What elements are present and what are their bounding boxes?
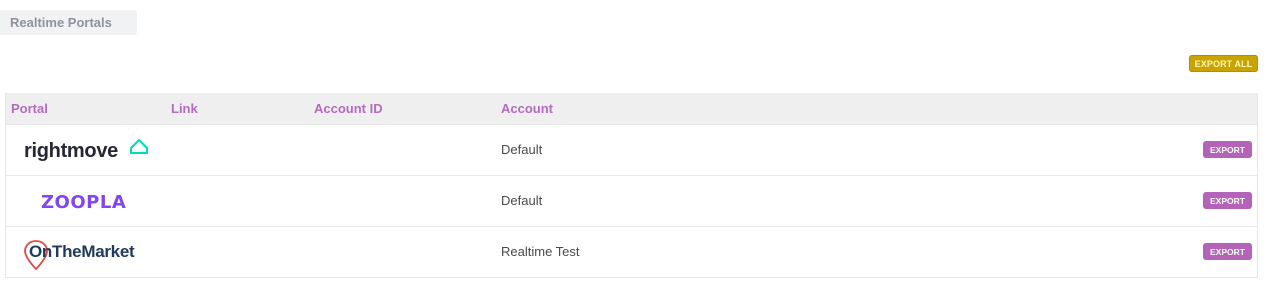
onthemarket-logo: OnTheMarket <box>24 227 164 277</box>
column-header-portal: Portal <box>11 101 48 116</box>
export-all-button[interactable]: EXPORT ALL <box>1189 55 1258 72</box>
account-cell: Realtime Test <box>501 244 580 259</box>
zoopla-wordmark: ZOOPLA <box>41 192 126 213</box>
section-tab-realtime-portals[interactable]: Realtime Portals <box>0 10 137 35</box>
table-row: OnTheMarket Realtime Test EXPORT <box>6 226 1257 277</box>
portals-table: Portal Link Account ID Account rightmove… <box>5 93 1258 278</box>
export-button[interactable]: EXPORT <box>1203 192 1252 209</box>
account-cell: Default <box>501 193 543 208</box>
table-header: Portal Link Account ID Account <box>6 93 1257 124</box>
rightmove-logo: rightmove <box>24 125 154 175</box>
onthemarket-wordmark: OnTheMarket <box>29 242 135 261</box>
export-button[interactable]: EXPORT <box>1203 243 1252 260</box>
table-row: ZOOPLA Default EXPORT <box>6 175 1257 226</box>
account-cell: Default <box>501 142 543 157</box>
table-row: rightmove Default EXPORT <box>6 124 1257 175</box>
rightmove-house-icon <box>130 139 148 154</box>
export-button[interactable]: EXPORT <box>1203 141 1252 158</box>
rightmove-wordmark: rightmove <box>24 140 118 162</box>
zoopla-logo: ZOOPLA <box>41 176 141 226</box>
column-header-link: Link <box>171 101 198 116</box>
column-header-account: Account <box>501 101 553 116</box>
column-header-account-id: Account ID <box>314 101 383 116</box>
